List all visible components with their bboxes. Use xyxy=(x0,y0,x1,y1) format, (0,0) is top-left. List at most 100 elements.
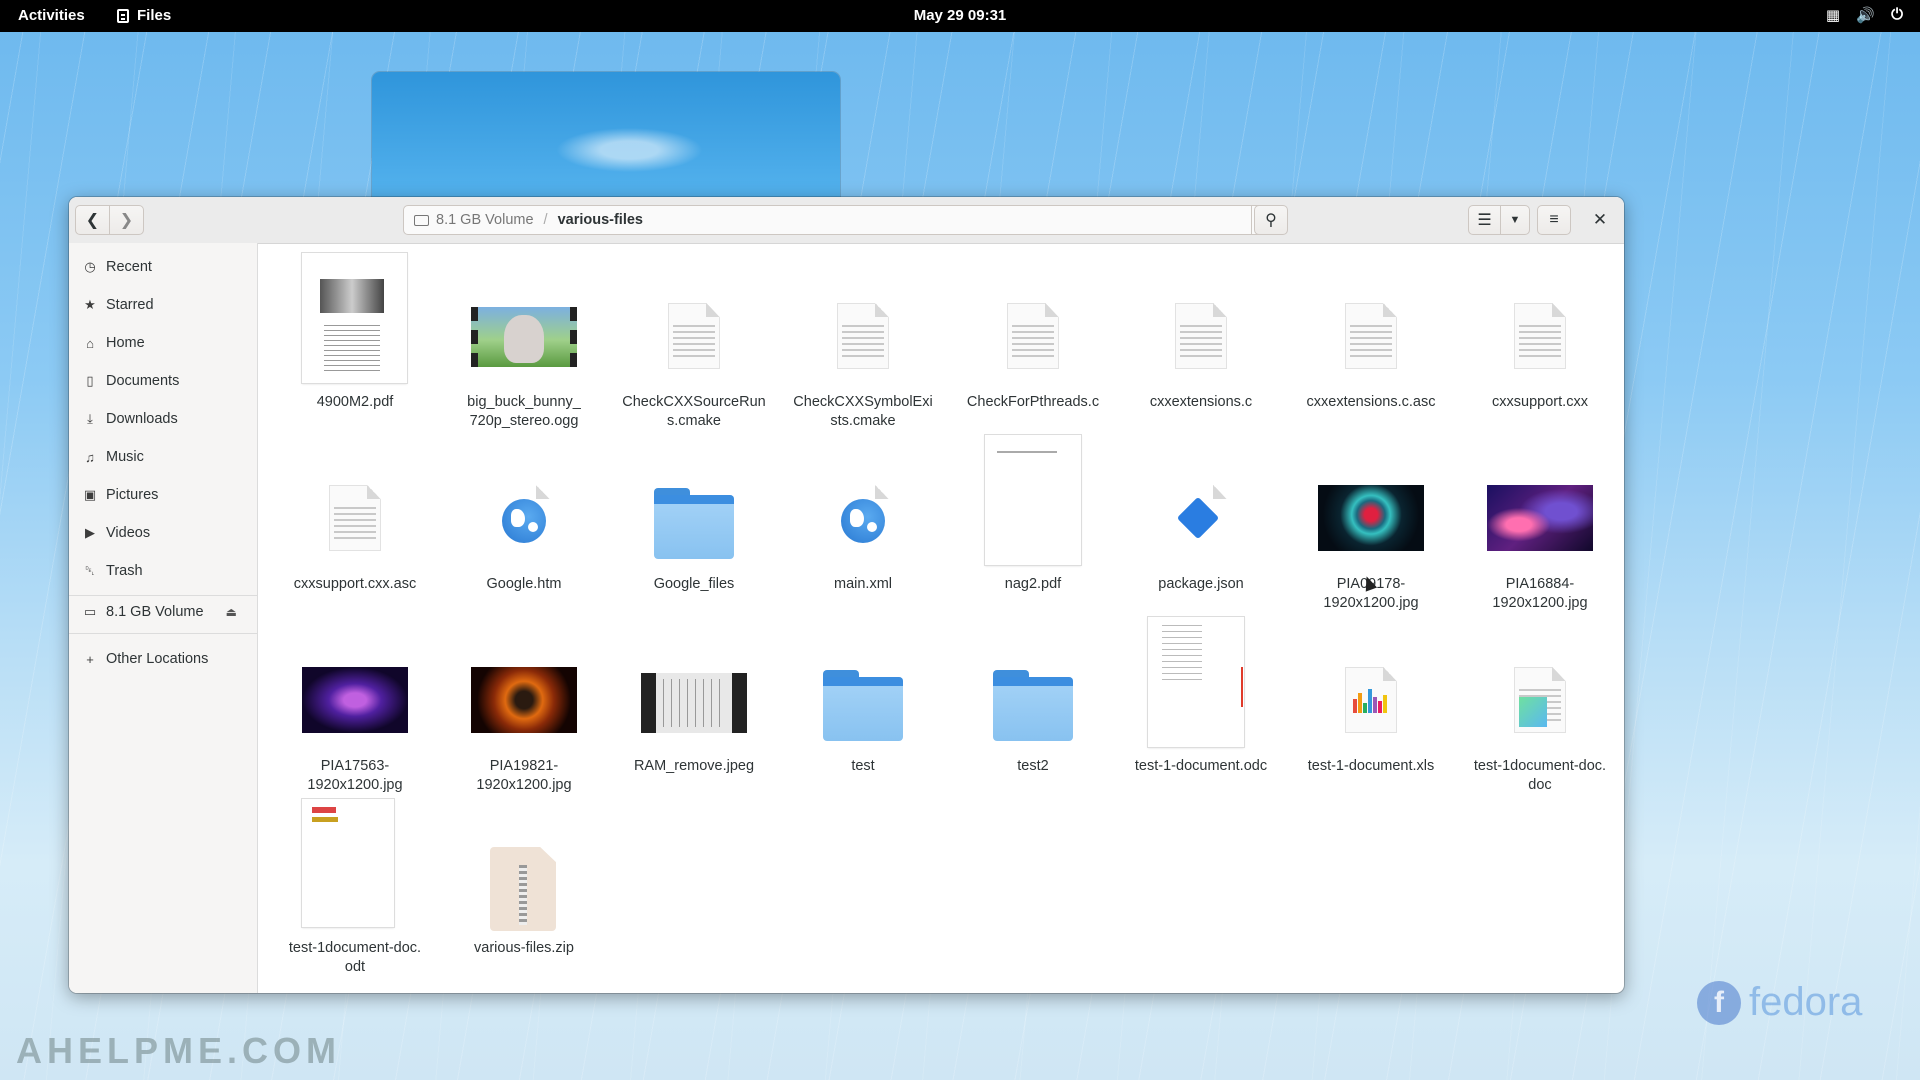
file-item[interactable]: CheckForPthreads.c xyxy=(958,253,1108,433)
file-name: test-1-document.odc xyxy=(1134,758,1268,774)
sidebar-item-label: Starred xyxy=(106,297,154,313)
sidebar-item-trash[interactable]: ␡ Trash xyxy=(69,555,257,587)
sidebar-item-documents[interactable]: ▯ Documents xyxy=(69,365,257,397)
file-item[interactable]: nag2.pdf xyxy=(958,435,1108,615)
chart-document-thumbnail xyxy=(1148,617,1244,747)
zipper-icon xyxy=(519,865,527,925)
file-item[interactable]: cxxsupport.cxx xyxy=(1465,253,1615,433)
file-item[interactable]: 4900M2.pdf xyxy=(280,253,430,433)
image-thumbnail xyxy=(302,667,408,733)
file-item[interactable]: test xyxy=(788,617,938,797)
file-name: nag2.pdf xyxy=(1004,576,1062,592)
breadcrumb-volume[interactable]: 8.1 GB Volume xyxy=(436,212,534,228)
header-bar: ❮ ❯ 8.1 GB Volume / various-files ⋮ ⚲ ☰ … xyxy=(69,197,1624,244)
sidebar-item-other-locations[interactable]: + Other Locations xyxy=(69,643,257,675)
chevron-down-icon: ▼ xyxy=(1509,214,1521,226)
search-button[interactable]: ⚲ xyxy=(1254,205,1288,235)
file-item[interactable]: test-1-document.odc xyxy=(1126,617,1276,797)
chevron-left-icon: ❮ xyxy=(85,212,100,229)
file-item[interactable]: PIA16884- 1920x1200.jpg xyxy=(1465,435,1615,615)
file-name: CheckCXXSymbolExi sts.cmake xyxy=(793,394,933,429)
file-thumbnail xyxy=(1126,253,1276,393)
file-name: cxxsupport.cxx.asc xyxy=(293,576,417,592)
sidebar-item-downloads[interactable]: ⤓ Downloads xyxy=(69,403,257,435)
file-name: test-1document-doc. doc xyxy=(1473,758,1607,793)
file-item[interactable]: Google_files xyxy=(619,435,769,615)
fedora-wordmark: fedora xyxy=(1749,980,1863,1024)
file-item[interactable]: cxxsupport.cxx.asc xyxy=(280,435,430,615)
view-options-button[interactable]: ▼ xyxy=(1500,205,1530,235)
sidebar-item-recent[interactable]: ◷ Recent xyxy=(69,251,257,283)
bar-icon xyxy=(1383,695,1387,713)
text-file-icon xyxy=(1007,303,1059,369)
file-item[interactable]: test-1document-doc. odt xyxy=(280,799,430,979)
text-lines xyxy=(842,325,884,361)
plus-icon: + xyxy=(86,651,94,667)
file-thumbnail xyxy=(788,253,938,393)
file-item[interactable]: PIA19821- 1920x1200.jpg xyxy=(449,617,599,797)
system-status-area[interactable]: ▦ 🔊 ⏻ xyxy=(1824,6,1906,24)
path-bar[interactable]: 8.1 GB Volume / various-files ⋮ xyxy=(403,205,1283,235)
file-name: cxxextensions.c xyxy=(1149,394,1253,410)
sidebar-item-music[interactable]: ♫ Music xyxy=(69,441,257,473)
globe-icon xyxy=(841,499,885,543)
header-line xyxy=(997,451,1057,453)
breadcrumb-current[interactable]: various-files xyxy=(558,212,643,228)
sidebar-item-videos[interactable]: ▶ Videos xyxy=(69,517,257,549)
file-item[interactable]: various-files.zip xyxy=(449,799,599,979)
file-item[interactable]: PIA17563- 1920x1200.jpg xyxy=(280,617,430,797)
photo-thumbnail xyxy=(320,279,384,313)
background-window[interactable] xyxy=(372,72,840,202)
folder-icon xyxy=(654,488,734,559)
text-columns xyxy=(1162,625,1202,685)
file-name: package.json xyxy=(1158,576,1244,592)
file-item[interactable]: test2 xyxy=(958,617,1108,797)
image-thumbnail xyxy=(1487,485,1593,551)
drive-icon: ▭ xyxy=(83,604,97,619)
text-file-icon xyxy=(1514,303,1566,369)
view-toggle-button[interactable]: ☰ xyxy=(1468,205,1501,235)
forward-button[interactable]: ❯ xyxy=(109,205,144,235)
close-button[interactable]: ✕ xyxy=(1586,205,1614,235)
back-button[interactable]: ❮ xyxy=(75,205,110,235)
file-item[interactable]: cxxextensions.c.asc xyxy=(1296,253,1446,433)
chevron-right-icon: ❯ xyxy=(119,212,134,229)
text-lines xyxy=(324,325,380,373)
file-thumbnail xyxy=(449,435,599,575)
sidebar-item-pictures[interactable]: ▣ Pictures xyxy=(69,479,257,511)
file-thumbnail xyxy=(449,617,599,757)
subtitle-mark xyxy=(312,817,338,822)
file-item[interactable]: test-1-document.xls xyxy=(1296,617,1446,797)
sidebar-item-starred[interactable]: ★ Starred xyxy=(69,289,257,321)
file-item[interactable]: package.json xyxy=(1126,435,1276,615)
file-item[interactable]: main.xml xyxy=(788,435,938,615)
sidebar-item-volume[interactable]: ▭ 8.1 GB Volume ⏏ xyxy=(69,596,257,628)
main-menu-button[interactable]: ≡ xyxy=(1537,205,1571,235)
file-name: CheckCXXSourceRun s.cmake xyxy=(622,394,766,429)
file-item[interactable]: RAM_remove.jpeg xyxy=(619,617,769,797)
file-item[interactable]: cxxextensions.c xyxy=(1126,253,1276,433)
sidebar-item-label: Pictures xyxy=(106,487,159,503)
breadcrumb-separator: / xyxy=(543,212,548,228)
file-item[interactable]: big_buck_bunny_ 720p_stereo.ogg xyxy=(449,253,599,433)
network-icon: ▦ xyxy=(1825,7,1841,24)
file-item[interactable]: Google.htm xyxy=(449,435,599,615)
bar-icon xyxy=(1368,689,1372,713)
folder-icon xyxy=(993,670,1073,741)
clock-icon: ◷ xyxy=(84,259,96,274)
bar-icon xyxy=(1378,701,1382,713)
sidebar-item-home[interactable]: ⌂ Home xyxy=(69,327,257,359)
sidebar-item-label: Documents xyxy=(106,373,180,389)
text-lines xyxy=(334,507,376,543)
sidebar: ◷ Recent ★ Starred ⌂ Home ▯ Documents ⤓ Downloads… xyxy=(69,243,258,993)
file-name: cxxextensions.c.asc xyxy=(1306,394,1436,410)
clock[interactable]: May 29 09:31 xyxy=(0,7,1920,24)
file-name: PIA17563- 1920x1200.jpg xyxy=(307,758,403,793)
file-item[interactable]: CheckCXXSourceRun s.cmake xyxy=(619,253,769,433)
file-item[interactable]: CheckCXXSymbolExi sts.cmake xyxy=(788,253,938,433)
file-thumbnail xyxy=(449,799,599,939)
volume-icon: 🔊 xyxy=(1856,7,1875,24)
eject-icon[interactable]: ⏏ xyxy=(226,605,237,619)
file-item[interactable]: test-1document-doc. doc xyxy=(1465,617,1615,797)
file-thumbnail xyxy=(280,253,430,393)
